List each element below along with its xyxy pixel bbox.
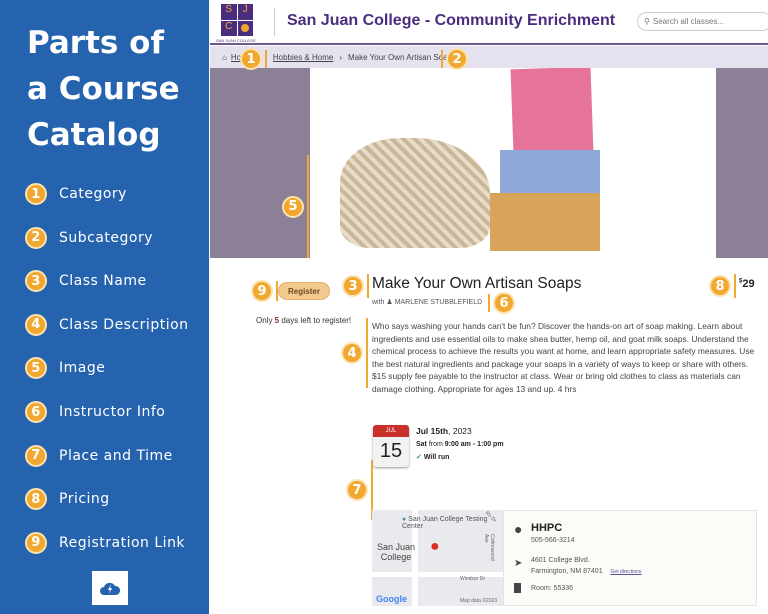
instructor-info: with ♟ MARLENE STUBBLEFIELD — [372, 299, 483, 306]
legend-item: 8 Pricing — [25, 488, 110, 511]
search-input[interactable]: ⚲ Search all classes... — [637, 12, 768, 31]
number-badge: 6 — [25, 401, 47, 423]
legend-item: 9 Registration Link — [25, 531, 186, 554]
navigation-arrow-icon: ➤ — [514, 558, 523, 569]
legend-title: Parts of a Course Catalog — [27, 25, 180, 153]
legend-panel: Parts of a Course Catalog 1 Category 2 Subcat… — [0, 0, 209, 614]
number-badge: 2 — [25, 226, 47, 249]
instructor-link[interactable]: MARLENE STUBBLEFIELD — [395, 299, 483, 306]
breadcrumb: ⌂ Home Hobbies & Home › Make Your Own Ar… — [210, 46, 768, 68]
legend-item: 7 Place and Time — [25, 444, 173, 467]
number-badge: 9 — [25, 531, 47, 554]
map-label: San Juan College — [377, 542, 416, 562]
legend-label: Category — [59, 186, 127, 202]
map-pin-icon: ● — [402, 516, 407, 523]
number-badge: 3 — [25, 270, 47, 293]
location-map[interactable]: ● San Juan College Testing Center San Ju… — [372, 510, 503, 606]
marker-2: 2 — [441, 48, 468, 70]
legend-label: Instructor Info — [59, 404, 166, 420]
legend-item: 5 Image — [25, 357, 106, 380]
number-badge: 1 — [25, 183, 47, 205]
breadcrumb-current: Make Your Own Artisan Soaps — [348, 52, 457, 62]
legend-item: 2 Subcategory — [25, 226, 154, 249]
legend-label: Place and Time — [59, 447, 173, 464]
cloud-lightning-icon — [92, 571, 128, 605]
check-icon: ✓ — [416, 454, 422, 461]
get-directions-link[interactable]: Get directions — [611, 569, 642, 575]
registration-deadline: Only 5 days left to register! — [256, 316, 352, 325]
marker-5: 5 — [282, 155, 309, 258]
legend-label: Registration Link — [59, 534, 186, 551]
legend-label: Pricing — [59, 491, 110, 508]
location-info: ● HHPC 505-566-3214 ➤ 4601 College Blvd.… — [503, 510, 757, 606]
site-title[interactable]: San Juan College - Community Enrichment — [287, 12, 615, 30]
marker-4: 4 — [341, 318, 368, 388]
site-header: SJ C SAN JUAN COLLEGE San Juan College -… — [210, 0, 768, 45]
class-name: Make Your Own Artisan Soaps — [372, 275, 582, 292]
class-description: Who says washing your hands can't be fun… — [372, 321, 755, 394]
map-marker-icon: ● — [430, 538, 440, 555]
register-button[interactable]: Register — [278, 282, 330, 300]
marker-8: 8 — [709, 274, 736, 298]
person-icon: ♟ — [386, 299, 393, 306]
legend-item: 3 Class Name — [25, 270, 147, 293]
legend-item: 6 Instructor Info — [25, 401, 165, 423]
legend-item: 1 Category — [25, 183, 127, 205]
number-badge: 4 — [25, 313, 47, 336]
number-badge: 7 — [25, 444, 47, 467]
legend-label: Class Name — [59, 273, 147, 290]
home-icon: ⌂ — [222, 52, 227, 62]
google-logo: Google — [376, 594, 407, 604]
number-badge: 8 — [25, 488, 47, 511]
marker-9: 9 — [251, 280, 278, 302]
college-logo[interactable]: SJ C SAN JUAN COLLEGE — [216, 4, 260, 43]
search-icon: ⚲ — [644, 17, 650, 26]
legend-label: Class Description — [59, 316, 189, 333]
marker-3: 3 — [342, 274, 369, 298]
breadcrumb-category[interactable]: Hobbies & Home — [273, 53, 333, 62]
schedule-info: Jul 15th, 2023 Sat from 9:00 am - 1:00 p… — [416, 426, 504, 461]
location-pin-icon: ● — [514, 521, 523, 537]
legend-label: Subcategory — [59, 229, 154, 246]
number-badge: 5 — [25, 357, 47, 380]
legend-item: 4 Class Description — [25, 313, 189, 336]
course-image — [310, 68, 716, 258]
room-icon — [514, 583, 521, 593]
marker-1: 1 — [240, 48, 267, 70]
marker-6: 6 — [488, 292, 515, 314]
marker-7: 7 — [346, 460, 373, 520]
legend-label: Image — [59, 360, 106, 377]
calendar-icon: JUL 15 — [373, 425, 409, 467]
price: $29 — [739, 278, 755, 290]
